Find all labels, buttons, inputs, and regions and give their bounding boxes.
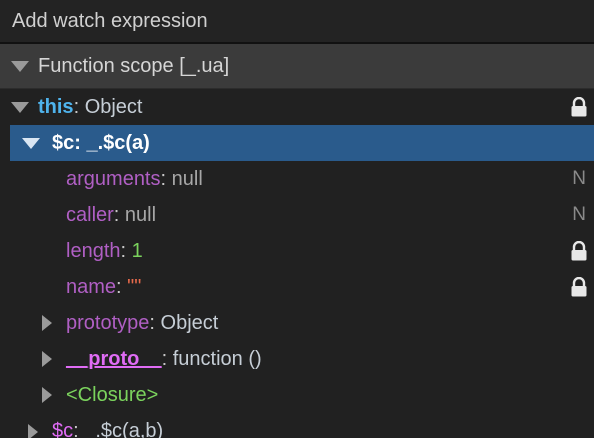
tree-row-name[interactable]: name: "" <box>0 269 594 305</box>
disclosure-expanded-icon[interactable] <box>11 61 29 72</box>
tree-row-this[interactable]: this: Object <box>0 89 594 125</box>
caller-key: caller <box>66 204 114 226</box>
caller-badge: N <box>572 204 586 225</box>
watch-label: Add watch expression <box>12 10 208 32</box>
lock-icon <box>571 241 587 261</box>
lock-icon <box>571 97 587 117</box>
function-scope-header[interactable]: Function scope [_.ua] <box>0 44 594 89</box>
this-key: this <box>38 96 74 118</box>
disclosure-collapsed-icon[interactable] <box>42 351 52 367</box>
tree-row-arguments[interactable]: arguments: null N <box>0 161 594 197</box>
caller-value: null <box>124 204 157 226</box>
add-watch-expression[interactable]: Add watch expression <box>0 0 594 44</box>
prototype-key: prototype <box>66 312 150 334</box>
name-value: "" <box>127 276 142 298</box>
tree-row-selected-function[interactable]: $c: _.$c(a) <box>10 125 594 161</box>
proto-key: __proto__ <box>66 348 162 370</box>
selected-value: _.$c(a) <box>86 132 150 154</box>
tree-row-length[interactable]: length: 1 <box>0 233 594 269</box>
closure-label: <Closure> <box>66 384 159 406</box>
arguments-badge: N <box>572 168 586 189</box>
this-value: Object <box>84 96 143 118</box>
arguments-key: arguments <box>66 168 161 190</box>
length-key: length <box>66 240 121 262</box>
cutoff-value: _.$c(a,b) <box>84 420 164 438</box>
length-value: 1 <box>131 240 143 262</box>
disclosure-collapsed-icon[interactable] <box>42 315 52 331</box>
prototype-value: Object <box>160 312 219 334</box>
tree-row-caller[interactable]: caller: null N <box>0 197 594 233</box>
disclosure-expanded-icon[interactable] <box>11 102 29 113</box>
tree-row-cutoff[interactable]: $c: _.$c(a,b) <box>0 418 594 438</box>
function-scope-title: Function scope [_.ua] <box>38 55 230 77</box>
disclosure-expanded-icon[interactable] <box>22 138 40 149</box>
name-key: name <box>66 276 117 298</box>
selected-key: $c <box>52 132 75 154</box>
tree-row-proto[interactable]: __proto__: function () <box>0 341 594 377</box>
arguments-value: null <box>171 168 203 190</box>
cutoff-key: $c <box>52 420 74 438</box>
tree-row-prototype[interactable]: prototype: Object <box>0 305 594 341</box>
proto-value: function () <box>172 348 262 370</box>
separator: : <box>73 96 85 118</box>
lock-icon <box>571 277 587 297</box>
disclosure-collapsed-icon[interactable] <box>42 387 52 403</box>
tree-row-closure[interactable]: <Closure> <box>0 377 594 413</box>
disclosure-collapsed-icon[interactable] <box>28 424 38 438</box>
